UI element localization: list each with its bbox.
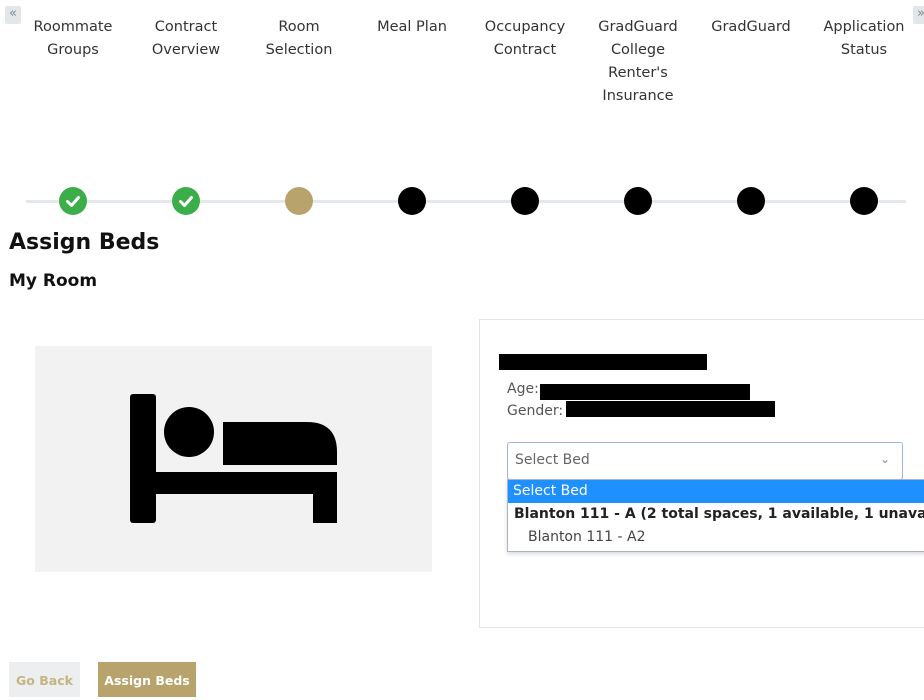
step-3-current-dot <box>285 187 313 215</box>
progress-track <box>26 200 906 203</box>
step-label-occupancy-contract[interactable]: Occupancy Contract <box>473 16 577 62</box>
bed-select[interactable]: Select Bed ⌄ <box>507 442 903 480</box>
age-label: Age: <box>507 381 539 397</box>
assign-beds-button[interactable]: Assign Beds <box>98 662 196 697</box>
option-group-blanton-111-a: Blanton 111 - A (2 total spaces, 1 avail… <box>514 506 924 522</box>
bed-select-dropdown: Select Bed Blanton 111 - A (2 total spac… <box>507 479 924 552</box>
chevron-down-icon: ⌄ <box>879 452 890 466</box>
section-title: My Room <box>9 271 98 291</box>
step-1-complete-check-icon <box>59 187 87 215</box>
scroll-left-button[interactable]: « <box>5 6 21 24</box>
bed-icon <box>130 394 337 523</box>
option-blanton-111-a2[interactable]: Blanton 111 - A2 <box>508 526 924 549</box>
step-label-application-status[interactable]: Application Status <box>812 16 916 62</box>
redacted-name <box>499 354 707 370</box>
redacted-age <box>540 384 750 400</box>
page-title: Assign Beds <box>9 230 160 255</box>
step-5-dot <box>511 187 539 215</box>
step-label-room-selection[interactable]: Room Selection <box>247 16 351 62</box>
step-7-dot <box>737 187 765 215</box>
step-2-complete-check-icon <box>172 187 200 215</box>
room-image <box>35 346 432 572</box>
redacted-gender <box>566 401 775 417</box>
step-8-dot <box>850 187 878 215</box>
bed-select-value: Select Bed <box>515 452 590 468</box>
go-back-button[interactable]: Go Back <box>9 662 80 697</box>
step-label-contract-overview[interactable]: Contract Overview <box>134 16 238 62</box>
step-label-gradguard[interactable]: GradGuard <box>699 16 803 39</box>
step-label-roommate-groups[interactable]: Roommate Groups <box>21 16 125 62</box>
option-select-bed[interactable]: Select Bed <box>508 480 924 503</box>
step-label-meal-plan[interactable]: Meal Plan <box>360 16 464 39</box>
gender-label: Gender: <box>507 403 564 419</box>
step-6-dot <box>624 187 652 215</box>
step-label-gradguard-insurance[interactable]: GradGuard College Renter's Insurance <box>586 16 690 108</box>
step-4-dot <box>398 187 426 215</box>
